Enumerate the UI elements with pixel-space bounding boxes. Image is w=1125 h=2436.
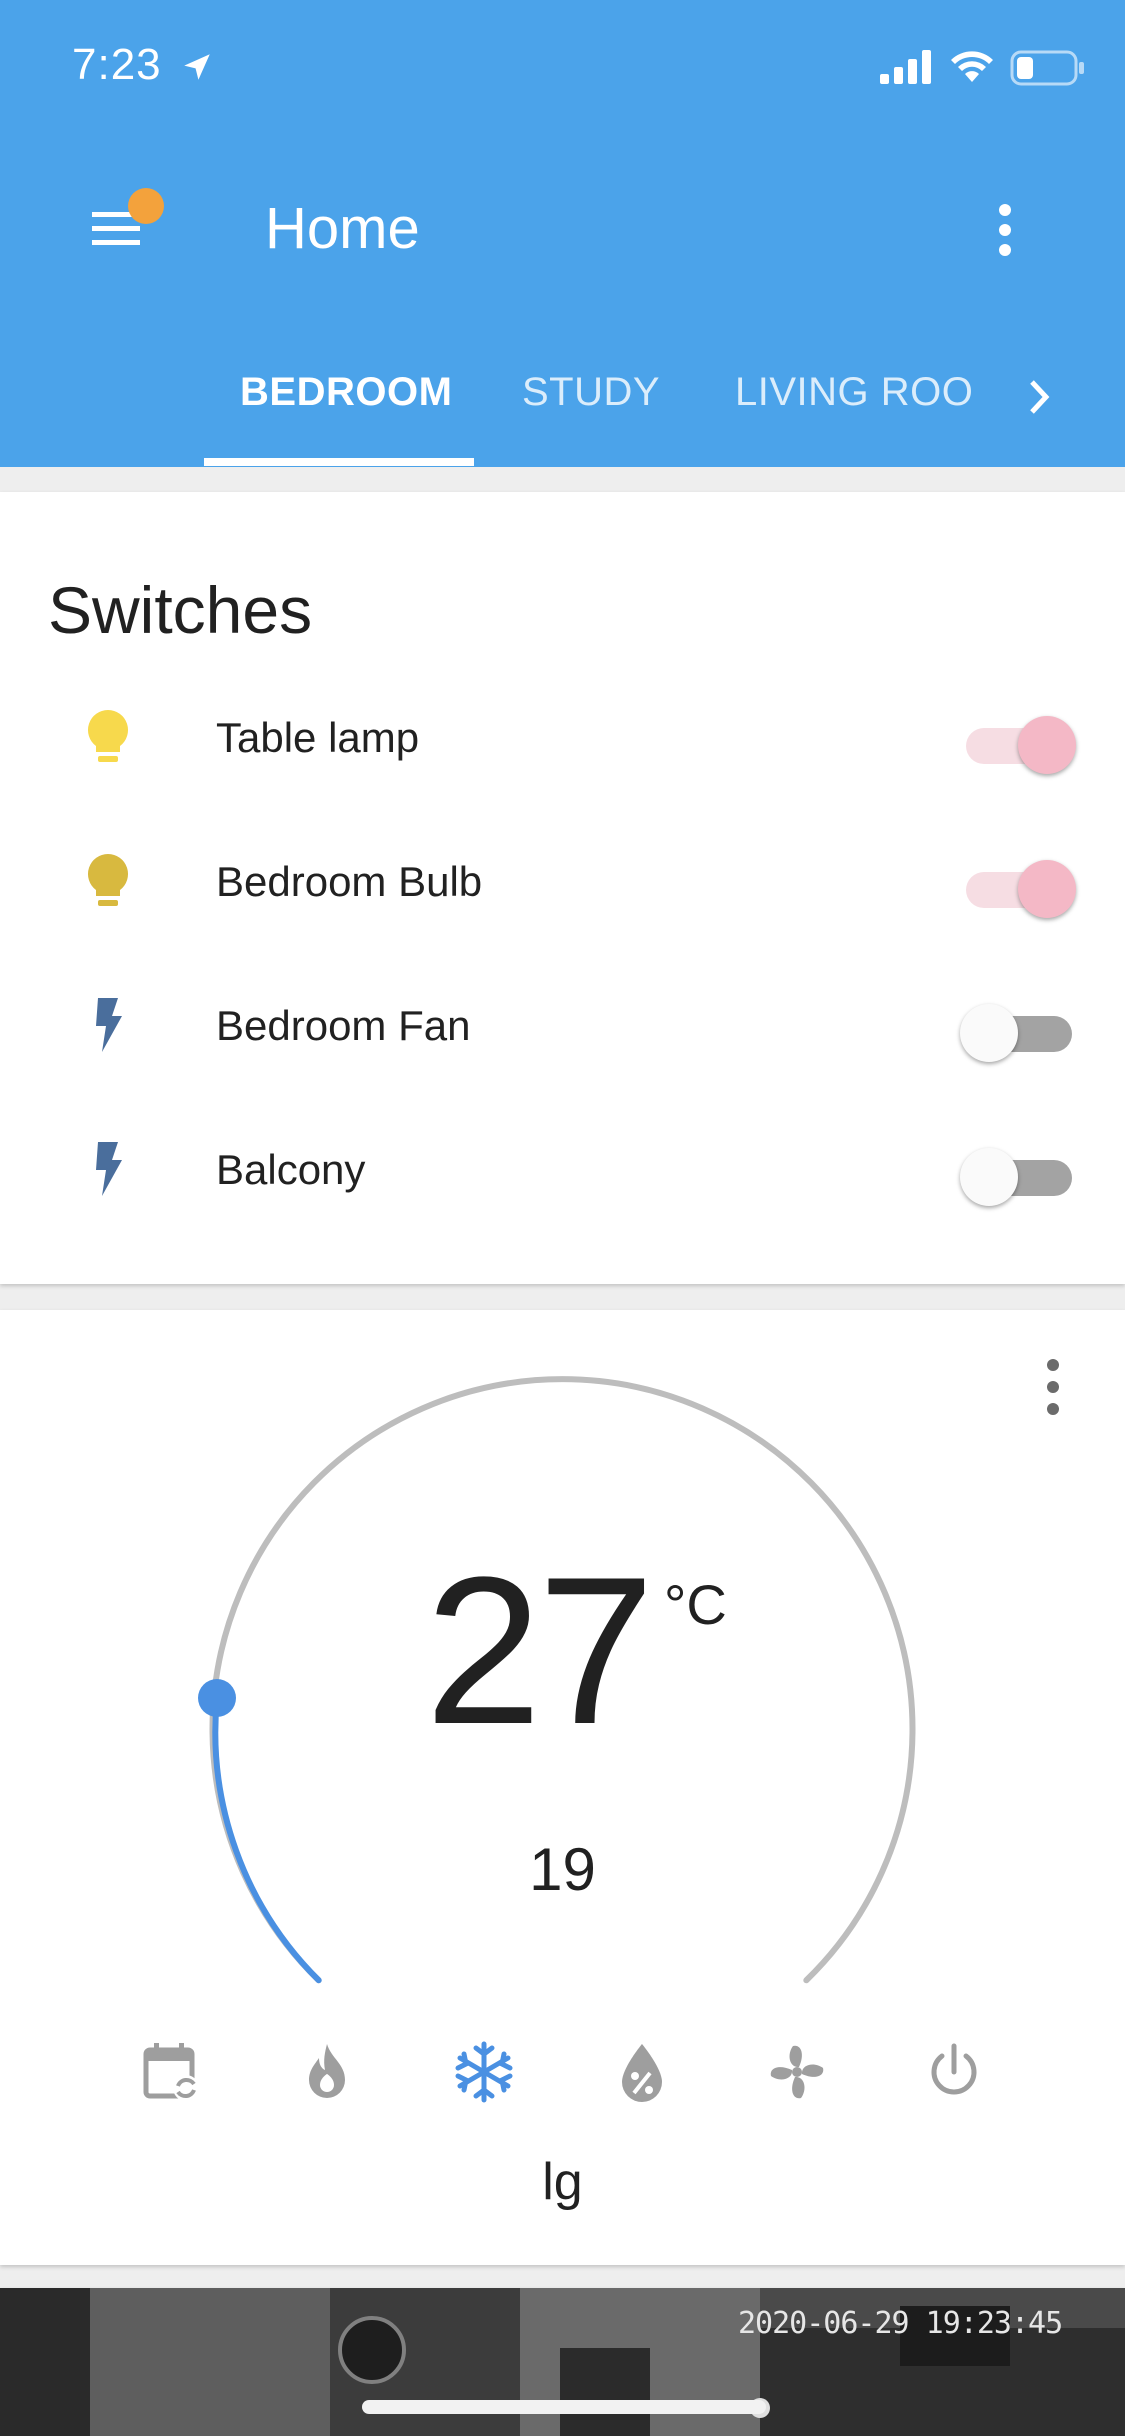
switch-label: Bedroom Fan (216, 1002, 471, 1049)
thermostat-card: 27 °C 19 lg (0, 1310, 1125, 2265)
toggle-thumb (960, 1148, 1018, 1206)
home-indicator[interactable] (362, 2400, 766, 2414)
cellular-signal-icon (880, 50, 931, 84)
active-tab-indicator (204, 458, 474, 466)
switch-row-bedroom-bulb: Bedroom Bulb (0, 808, 1125, 952)
location-arrow-icon (184, 54, 210, 80)
switch-label: Balcony (216, 1146, 366, 1193)
current-temperature: 27 (425, 1533, 655, 1768)
hvac-mode-bar (0, 2040, 1125, 2140)
fire-icon[interactable] (295, 2040, 359, 2104)
target-temperature: 19 (529, 1836, 596, 1903)
wifi-icon (951, 51, 993, 82)
snowflake-icon[interactable] (452, 2040, 516, 2104)
thermostat-name: lg (542, 2153, 583, 2211)
switch-row-table-lamp: Table lamp (0, 664, 1125, 808)
tab-living-room[interactable]: LIVING ROO (735, 370, 973, 415)
page-title: Home (265, 196, 420, 261)
toggle-thumb (960, 1004, 1018, 1062)
balcony-toggle[interactable] (960, 1144, 1080, 1208)
power-icon[interactable] (922, 2040, 986, 2104)
switch-label: Table lamp (216, 714, 420, 761)
calendar-sync-icon[interactable] (140, 2040, 204, 2104)
flash-icon (96, 998, 122, 1052)
toggle-thumb (1018, 716, 1076, 774)
switch-row-bedroom-fan: Bedroom Fan (0, 952, 1125, 1096)
temperature-unit: °C (664, 1573, 727, 1636)
tab-bedroom[interactable]: BEDROOM (240, 370, 452, 415)
more-vert-icon[interactable] (985, 200, 1025, 260)
lightbulb-icon (88, 854, 128, 906)
flash-icon (96, 1142, 122, 1196)
bedroom-fan-toggle[interactable] (960, 1000, 1080, 1064)
status-bar: 7:23 (0, 0, 1125, 135)
lightbulb-icon (88, 710, 128, 762)
fan-icon[interactable] (765, 2040, 829, 2104)
notification-badge (128, 188, 164, 224)
room-tabs: BEDROOM STUDY LIVING ROO (0, 350, 1125, 467)
water-percent-icon[interactable] (610, 2040, 674, 2104)
chevron-right-icon[interactable] (1020, 372, 1060, 422)
status-time: 7:23 (72, 40, 162, 89)
camera-timestamp: 2020-06-29 19:23:45 (738, 2306, 1063, 2341)
switch-label: Bedroom Bulb (216, 858, 483, 905)
app-header: 7:23 Home BEDROOM STUDY LIVING ROO (0, 0, 1125, 467)
table-lamp-toggle[interactable] (960, 712, 1080, 776)
switch-row-balcony: Balcony (0, 1096, 1125, 1240)
bedroom-bulb-toggle[interactable] (960, 856, 1080, 920)
dial-handle (198, 1679, 236, 1717)
switches-title: Switches (48, 573, 313, 647)
toggle-thumb (1018, 860, 1076, 918)
tab-study[interactable]: STUDY (522, 370, 660, 415)
switches-card: Switches Table lamp Bedroom Bulb Bedroom… (0, 492, 1125, 1284)
battery-icon (1010, 50, 1084, 86)
